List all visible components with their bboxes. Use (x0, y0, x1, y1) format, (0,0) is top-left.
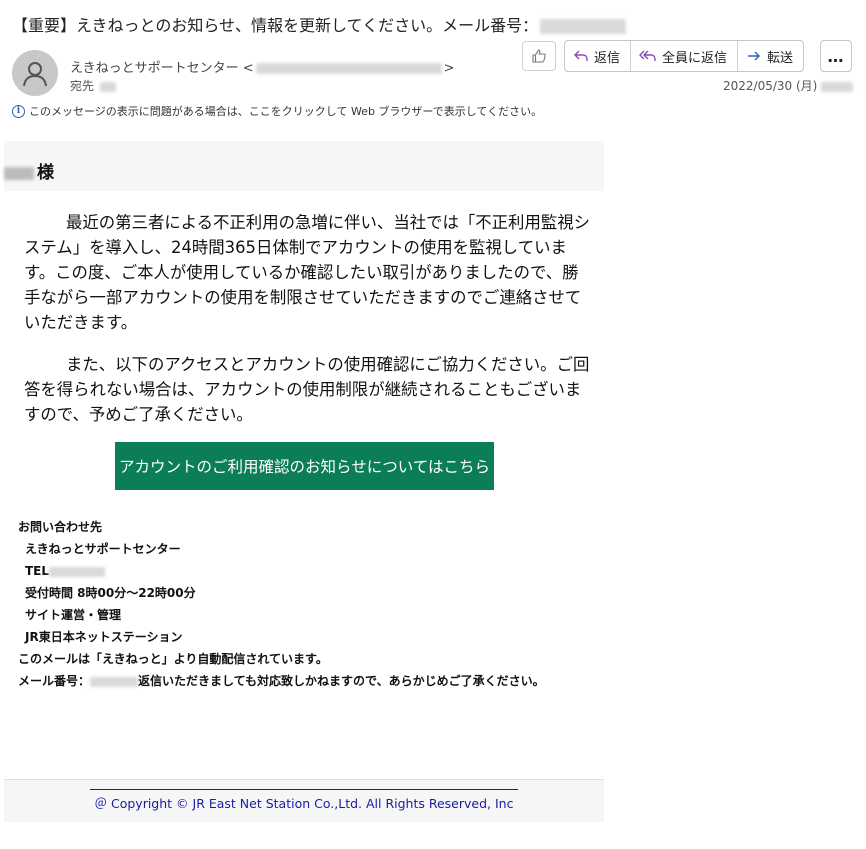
redacted-phone (49, 566, 106, 577)
footer-copyright[interactable]: ＠ Copyright © JR East Net Station Co.,Lt… (90, 789, 518, 812)
reply-all-button[interactable]: 全員に返信 (631, 41, 739, 71)
forward-button[interactable]: 転送 (738, 41, 803, 71)
avatar[interactable] (12, 50, 58, 96)
redacted-time (821, 81, 854, 92)
reply-label: 返信 (594, 50, 621, 66)
contact-heading: お問い合わせ先 (18, 520, 103, 534)
info-icon: i (12, 104, 25, 118)
tel-label: TEL (25, 564, 50, 578)
like-button[interactable] (522, 41, 556, 71)
reply-toolbar: 返信 全員に返信 転送 (564, 40, 805, 72)
mail-no-suffix: 返信いただきましても対応致しかねますので、あらかじめご了承ください。 (138, 674, 545, 688)
contact-info: お問い合わせ先 えきねっとサポートセンター TEL 受付時間 8時00分～22時… (18, 516, 545, 692)
reply-arrow-icon (574, 50, 588, 61)
date-text: 2022/05/30 (月) (723, 79, 818, 93)
body-paragraph-2: また、以下のアクセスとアカウントの使用確認にご協力ください。ご回答を得られない場… (24, 355, 590, 424)
sender-bracket-open: < (242, 61, 254, 76)
salutation-suffix: 様 (37, 163, 54, 183)
more-actions-button[interactable]: … (820, 40, 852, 72)
mail-number-line: メール番号： 返信いただきましても対応致しかねますので、あらかじめご了承ください。 (18, 670, 545, 692)
body-paragraph-1: 最近の第三者による不正利用の急増に伴い、当社では「不正利用監視システム」を導入し… (24, 213, 591, 332)
notice-text[interactable]: このメッセージの表示に問題がある場合は、ここをクリックして Web ブラウザーで… (29, 103, 542, 119)
forward-label: 転送 (767, 50, 794, 66)
contact-tel: TEL (18, 560, 545, 582)
thumbs-up-icon (532, 49, 546, 63)
forward-arrow-icon (748, 51, 761, 61)
reply-all-arrow-icon (639, 50, 656, 61)
recipient-line: 宛先 (70, 77, 117, 94)
contact-company: JR東日本ネットステーション (25, 630, 183, 644)
redacted-mail-no (90, 676, 139, 687)
contact-center: えきねっとサポートセンター (25, 542, 181, 556)
person-icon (23, 62, 47, 87)
contact-operation: サイト運営・管理 (25, 608, 122, 622)
mail-no-label: メール番号： (18, 674, 91, 688)
ellipsis-icon: … (827, 46, 845, 66)
sender-line[interactable]: えきねっとサポートセンター < > (70, 57, 455, 76)
reply-button[interactable]: 返信 (565, 41, 632, 71)
redacted-recipient (100, 81, 117, 92)
sender-name[interactable]: えきねっとサポートセンター (70, 61, 239, 76)
redacted-sender-email (255, 63, 442, 74)
salutation-bar (4, 141, 604, 191)
account-confirmation-link-button[interactable]: アカウントのご利用確認のお知らせについてはこちら (115, 442, 494, 490)
redacted-mail-number (540, 19, 627, 34)
to-label: 宛先 (70, 79, 95, 93)
display-problem-notice[interactable]: i このメッセージの表示に問題がある場合は、ここをクリックして Web ブラウザ… (12, 103, 542, 119)
redacted-recipient-name (4, 166, 34, 180)
sender-bracket-close: > (443, 61, 455, 76)
auto-notice: このメールは「えきねっと」より自動配信されています。 (18, 652, 328, 666)
subject-text: 【重要】えきねっとのお知らせ、情報を更新してください。メール番号： (12, 16, 539, 35)
reply-all-label: 全員に返信 (662, 50, 728, 66)
email-subject: 【重要】えきねっとのお知らせ、情報を更新してください。メール番号： (12, 12, 627, 36)
received-date: 2022/05/30 (月) (723, 77, 854, 94)
contact-hours: 受付時間 8時00分～22時00分 (25, 586, 196, 600)
salutation: 様 (4, 158, 54, 183)
